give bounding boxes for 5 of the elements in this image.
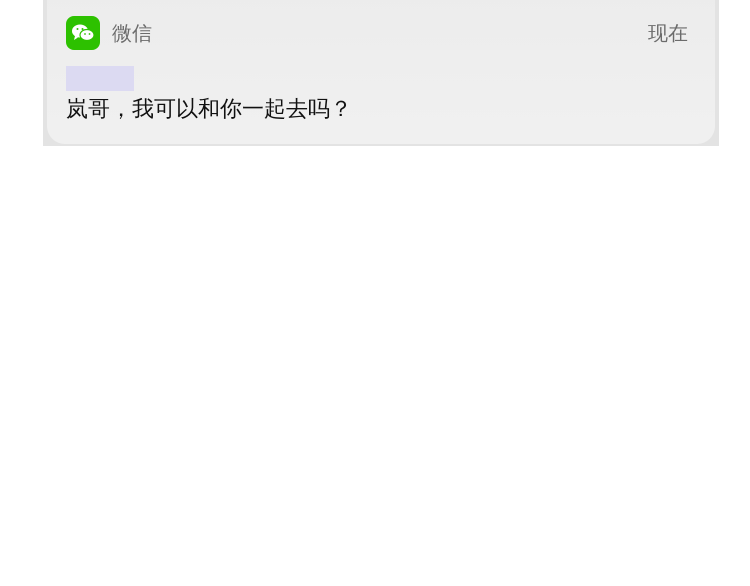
app-name: 微信	[112, 20, 152, 47]
notification-time: 现在	[648, 20, 688, 47]
notification-card[interactable]: 微信 现在 岚哥，我可以和你一起去吗？	[47, 0, 715, 144]
notification-message: 岚哥，我可以和你一起去吗？	[66, 96, 353, 124]
chat-bubbles-icon	[66, 16, 100, 50]
